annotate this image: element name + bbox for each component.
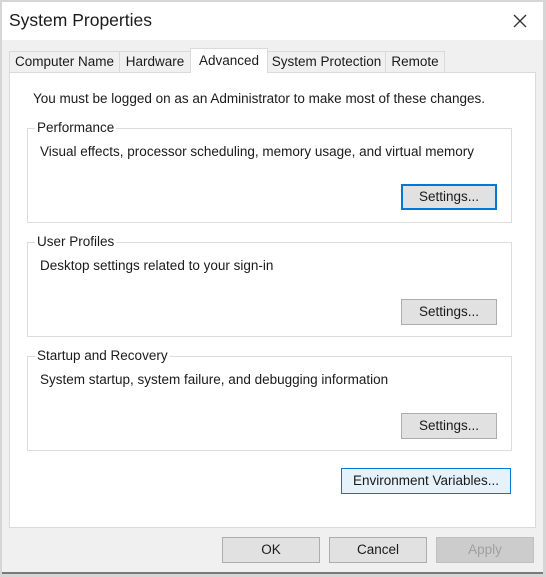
performance-description: Visual effects, processor scheduling, me… — [40, 144, 474, 159]
tab-system-protection[interactable]: System Protection — [267, 51, 386, 72]
close-button[interactable] — [497, 2, 543, 40]
close-icon — [513, 14, 527, 28]
startup-recovery-group: Startup and Recovery System startup, sys… — [27, 348, 512, 451]
window-title: System Properties — [9, 10, 152, 30]
cancel-button[interactable]: Cancel — [329, 537, 427, 563]
performance-settings-button[interactable]: Settings... — [401, 184, 497, 210]
apply-button[interactable]: Apply — [436, 537, 534, 563]
startup-recovery-settings-button[interactable]: Settings... — [401, 413, 497, 439]
user-profiles-description: Desktop settings related to your sign-in — [40, 258, 274, 273]
title-bar: System Properties — [2, 2, 543, 40]
ok-button[interactable]: OK — [222, 537, 320, 563]
performance-group: Performance Visual effects, processor sc… — [27, 120, 512, 223]
advanced-tab-panel: You must be logged on as an Administrato… — [9, 72, 536, 528]
system-properties-dialog: System Properties Computer Name Hardware… — [2, 2, 543, 574]
tab-remote[interactable]: Remote — [385, 51, 445, 72]
tab-hardware[interactable]: Hardware — [119, 51, 191, 72]
startup-recovery-description: System startup, system failure, and debu… — [40, 372, 389, 387]
performance-group-label: Performance — [35, 120, 117, 136]
admin-notice: You must be logged on as an Administrato… — [33, 91, 486, 106]
user-profiles-settings-button[interactable]: Settings... — [401, 299, 497, 325]
tab-advanced[interactable]: Advanced — [190, 48, 268, 73]
startup-recovery-group-label: Startup and Recovery — [35, 348, 170, 364]
tab-computer-name[interactable]: Computer Name — [9, 51, 120, 72]
environment-variables-button[interactable]: Environment Variables... — [341, 468, 511, 494]
user-profiles-group-label: User Profiles — [35, 234, 117, 250]
user-profiles-group: User Profiles Desktop settings related t… — [27, 234, 512, 337]
